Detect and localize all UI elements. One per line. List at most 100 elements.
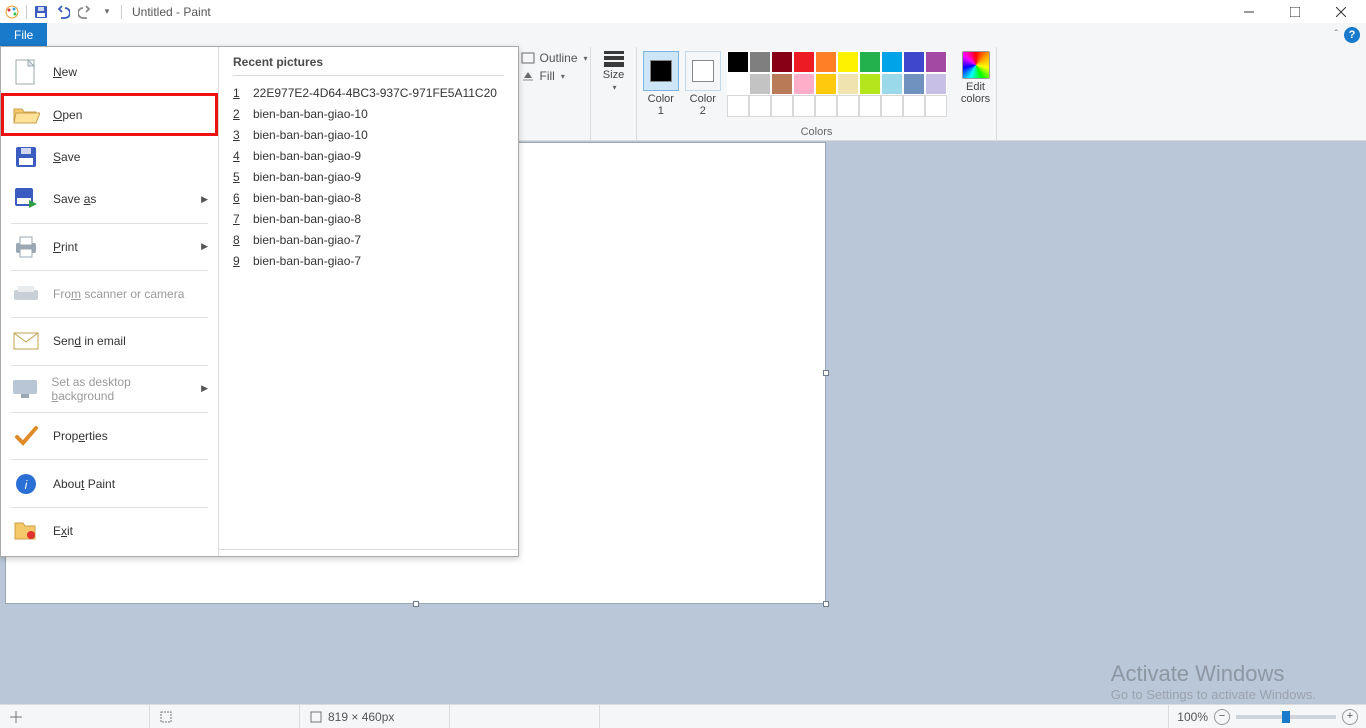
- separator: [11, 459, 208, 460]
- palette-swatch[interactable]: [925, 95, 947, 117]
- quick-access-toolbar: ▾: [2, 0, 124, 23]
- file-menu-email[interactable]: Send in email: [1, 320, 218, 362]
- palette-swatch[interactable]: [815, 73, 837, 95]
- maximize-button[interactable]: [1272, 0, 1318, 23]
- size-button[interactable]: Size ▾: [603, 51, 624, 92]
- window-title: Untitled - Paint: [132, 5, 211, 19]
- recent-index: 1: [233, 86, 243, 100]
- separator: [11, 223, 208, 224]
- palette-swatch[interactable]: [837, 51, 859, 73]
- palette-swatch[interactable]: [749, 95, 771, 117]
- zoom-in-button[interactable]: +: [1342, 709, 1358, 725]
- file-menu-new[interactable]: New: [1, 51, 218, 93]
- palette-swatch[interactable]: [903, 73, 925, 95]
- recent-picture-item[interactable]: 9bien-ban-ban-giao-7: [233, 250, 504, 271]
- watermark-title: Activate Windows: [1111, 661, 1316, 687]
- undo-icon[interactable]: [53, 2, 73, 22]
- palette-swatch[interactable]: [727, 73, 749, 95]
- recent-picture-item[interactable]: 6bien-ban-ban-giao-8: [233, 187, 504, 208]
- recent-index: 3: [233, 128, 243, 142]
- activate-windows-watermark: Activate Windows Go to Settings to activ…: [1111, 661, 1316, 702]
- edit-colors-label: Edit colors: [961, 81, 990, 105]
- collapse-ribbon-icon[interactable]: ˆ: [1335, 29, 1338, 40]
- size-icon: [604, 51, 624, 67]
- palette-swatch[interactable]: [925, 73, 947, 95]
- crosshair-icon: [10, 711, 22, 723]
- zoom-level: 100%: [1177, 710, 1208, 724]
- palette-swatch[interactable]: [881, 95, 903, 117]
- palette-swatch[interactable]: [903, 95, 925, 117]
- outline-dropdown[interactable]: Outline▾: [521, 51, 587, 65]
- paint-app-icon[interactable]: [2, 2, 22, 22]
- file-menu-open[interactable]: Open: [1, 93, 218, 135]
- palette-swatch[interactable]: [727, 51, 749, 73]
- size-label: Size: [603, 69, 624, 81]
- palette-swatch[interactable]: [793, 51, 815, 73]
- palette-swatch[interactable]: [881, 73, 903, 95]
- recent-picture-item[interactable]: 3bien-ban-ban-giao-10: [233, 124, 504, 145]
- minimize-button[interactable]: [1226, 0, 1272, 23]
- recent-picture-item[interactable]: 4bien-ban-ban-giao-9: [233, 145, 504, 166]
- recent-filename: bien-ban-ban-giao-8: [253, 191, 361, 205]
- separator: [11, 507, 208, 508]
- save-icon[interactable]: [31, 2, 51, 22]
- palette-swatch[interactable]: [925, 51, 947, 73]
- help-icon[interactable]: ?: [1344, 27, 1360, 43]
- file-menu-about[interactable]: i About Paint: [1, 462, 218, 504]
- palette-swatch[interactable]: [837, 73, 859, 95]
- fill-label: Fill: [539, 69, 554, 83]
- status-canvas-size: 819 × 460px: [300, 705, 450, 728]
- resize-handle-south[interactable]: [413, 601, 419, 607]
- resize-handle-southeast[interactable]: [823, 601, 829, 607]
- palette-swatch[interactable]: [749, 51, 771, 73]
- palette-swatch[interactable]: [903, 51, 925, 73]
- fill-dropdown[interactable]: Fill▾: [521, 69, 564, 83]
- canvas-size-icon: [310, 711, 322, 723]
- file-menu-exit[interactable]: Exit: [1, 510, 218, 552]
- separator: [11, 365, 208, 366]
- file-menu-desktop-background: Set as desktop background ▶: [1, 368, 218, 410]
- recent-picture-item[interactable]: 122E977E2-4D64-4BC3-937C-971FE5A11C20: [233, 82, 504, 103]
- file-menu-new-label: ew: [62, 65, 77, 79]
- redo-icon[interactable]: [75, 2, 95, 22]
- selection-icon: [160, 711, 172, 723]
- palette-swatch[interactable]: [749, 73, 771, 95]
- file-menu-save[interactable]: Save: [1, 136, 218, 178]
- recent-picture-item[interactable]: 8bien-ban-ban-giao-7: [233, 229, 504, 250]
- zoom-slider-thumb[interactable]: [1282, 711, 1290, 723]
- recent-picture-item[interactable]: 2bien-ban-ban-giao-10: [233, 103, 504, 124]
- palette-swatch[interactable]: [727, 95, 749, 117]
- file-menu: New Open Save Save as ▶ Print ▶ From sca…: [0, 46, 519, 557]
- palette-swatch[interactable]: [793, 73, 815, 95]
- color1-button[interactable]: Color 1: [643, 51, 679, 117]
- separator: [121, 5, 122, 19]
- edit-colors-button[interactable]: Edit colors: [961, 51, 990, 105]
- palette-swatch[interactable]: [859, 51, 881, 73]
- email-icon: [11, 326, 41, 356]
- palette-swatch[interactable]: [771, 51, 793, 73]
- file-menu-left-pane: New Open Save Save as ▶ Print ▶ From sca…: [1, 47, 219, 556]
- color-palette: [727, 51, 947, 117]
- palette-swatch[interactable]: [793, 95, 815, 117]
- recent-index: 4: [233, 149, 243, 163]
- palette-swatch[interactable]: [815, 51, 837, 73]
- color2-button[interactable]: Color 2: [685, 51, 721, 117]
- palette-swatch[interactable]: [771, 73, 793, 95]
- palette-swatch[interactable]: [815, 95, 837, 117]
- file-menu-print[interactable]: Print ▶: [1, 226, 218, 268]
- file-tab[interactable]: File: [0, 23, 47, 47]
- zoom-slider[interactable]: [1236, 715, 1336, 719]
- palette-swatch[interactable]: [859, 73, 881, 95]
- resize-handle-east[interactable]: [823, 370, 829, 376]
- file-menu-save-as[interactable]: Save as ▶: [1, 178, 218, 220]
- close-button[interactable]: [1318, 0, 1364, 23]
- zoom-out-button[interactable]: −: [1214, 709, 1230, 725]
- palette-swatch[interactable]: [859, 95, 881, 117]
- file-menu-properties[interactable]: Properties: [1, 415, 218, 457]
- qat-customize-icon[interactable]: ▾: [97, 2, 117, 22]
- recent-picture-item[interactable]: 7bien-ban-ban-giao-8: [233, 208, 504, 229]
- palette-swatch[interactable]: [837, 95, 859, 117]
- palette-swatch[interactable]: [881, 51, 903, 73]
- recent-picture-item[interactable]: 5bien-ban-ban-giao-9: [233, 166, 504, 187]
- palette-swatch[interactable]: [771, 95, 793, 117]
